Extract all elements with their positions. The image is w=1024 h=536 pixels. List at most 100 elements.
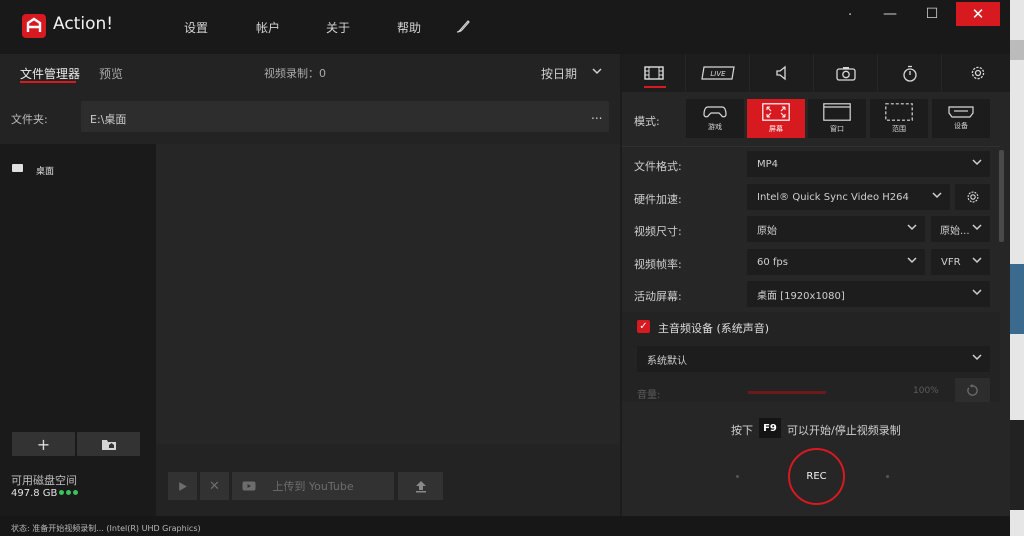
audio-enable-checkbox[interactable]: ✓ — [637, 320, 650, 333]
mode-screen-button[interactable]: 屏幕 — [747, 99, 805, 138]
mode-device-button[interactable]: 设备 — [932, 99, 990, 138]
region-icon — [885, 103, 913, 121]
frame-rate-value: 60 fps — [757, 256, 788, 268]
add-folder-button[interactable]: + — [12, 432, 75, 456]
chevron-down-icon — [972, 257, 982, 264]
tab-preview[interactable]: 预览 — [99, 65, 123, 82]
hw-accel-label: 硬件加速: — [634, 193, 682, 206]
close-icon: ✕ — [209, 478, 220, 494]
window-dot: · — [848, 8, 853, 23]
chevron-down-icon — [932, 192, 942, 199]
folder-home-button[interactable] — [77, 432, 140, 456]
volume-value: 100% — [913, 386, 939, 396]
record-button[interactable]: REC — [788, 448, 845, 505]
chevron-down-icon — [972, 159, 982, 166]
chevron-down-icon — [972, 354, 982, 361]
tab-timer[interactable] — [878, 54, 942, 92]
browse-folder-button[interactable]: ... — [591, 108, 602, 122]
folder-home-icon — [101, 439, 116, 450]
hotkey-hint-suffix: 可以开始/停止视频录制 — [787, 424, 901, 437]
chevron-down-icon[interactable] — [592, 68, 602, 75]
settings-scrollbar[interactable] — [999, 150, 1004, 242]
video-count-value: 0 — [319, 67, 326, 80]
background-window — [1010, 0, 1024, 536]
mode-device-label: 设备 — [954, 122, 968, 130]
folder-path-field[interactable] — [81, 101, 609, 132]
brush-icon[interactable] — [455, 18, 471, 34]
audio-device-select[interactable]: 系统默认 — [637, 346, 990, 372]
video-size-label: 视频尺寸: — [634, 225, 682, 238]
mode-region-label: 范围 — [892, 125, 906, 133]
indicator-dot — [736, 475, 739, 478]
close-button[interactable]: ✕ — [956, 2, 1000, 26]
frame-rate-label: 视频帧率: — [634, 258, 682, 271]
file-list[interactable] — [156, 144, 620, 444]
active-screen-label: 活动屏幕: — [634, 290, 682, 303]
plus-icon: + — [36, 434, 51, 454]
active-screen-value: 桌面 [1920x1080] — [757, 290, 845, 302]
mode-game-button[interactable]: 游戏 — [686, 99, 744, 138]
hdmi-icon — [948, 106, 974, 118]
gamepad-icon — [703, 106, 727, 118]
nav-about[interactable]: 关于 — [326, 19, 350, 36]
disk-status-dot — [66, 490, 71, 495]
video-size-select[interactable]: 原始 — [747, 216, 925, 242]
nav-settings[interactable]: 设置 — [184, 19, 208, 36]
hw-accel-settings-button[interactable] — [955, 184, 990, 210]
tab-file-manager[interactable]: 文件管理器 — [20, 65, 80, 82]
upload-button[interactable] — [398, 472, 443, 500]
maximize-button[interactable]: ☐ — [914, 2, 950, 26]
mode-screen-label: 屏幕 — [769, 125, 783, 133]
minimize-button[interactable]: — — [872, 2, 908, 26]
mode-window-button[interactable]: 窗口 — [808, 99, 866, 138]
file-format-select[interactable]: MP4 — [747, 151, 990, 177]
video-count: 视频录制：0 — [264, 65, 326, 81]
live-icon: LIVE — [700, 66, 735, 80]
upload-icon — [415, 480, 426, 492]
video-size-select-2[interactable]: 原始... — [931, 216, 990, 242]
nav-help[interactable]: 帮助 — [397, 19, 421, 36]
disk-space-label: 可用磁盘空间 — [11, 474, 77, 487]
frame-rate-select[interactable]: 60 fps — [747, 249, 925, 275]
frame-rate-mode-select[interactable]: VFR — [931, 249, 990, 275]
tab-active-underline — [20, 81, 76, 83]
tree-item-desktop[interactable]: 桌面 — [36, 164, 54, 177]
camera-icon — [835, 66, 856, 81]
hw-accel-value: Intel® Quick Sync Video H264 — [757, 191, 909, 203]
hotkey-hint-prefix: 按下 — [731, 424, 753, 437]
stopwatch-icon — [902, 65, 917, 82]
mode-region-button[interactable]: 范围 — [870, 99, 928, 138]
active-screen-select[interactable]: 桌面 [1920x1080] — [747, 281, 990, 307]
video-size-value-2: 原始... — [940, 225, 970, 237]
mode-label: 模式: — [634, 115, 660, 128]
volume-slider[interactable] — [748, 391, 826, 394]
frame-rate-mode-value: VFR — [941, 256, 961, 268]
app-logo-icon — [22, 14, 46, 38]
tab-audio[interactable] — [750, 54, 814, 92]
tab-settings[interactable] — [946, 54, 1010, 92]
volume-label: 音量: — [637, 390, 661, 401]
fullscreen-icon — [762, 103, 790, 121]
nav-account[interactable]: 帐户 — [256, 19, 280, 36]
status-text: 状态: 准备开始视频录制... (Intel(R) UHD Graphics) — [11, 524, 201, 533]
hw-accel-select[interactable]: Intel® Quick Sync Video H264 — [747, 184, 950, 210]
tab-screenshot[interactable] — [814, 54, 878, 92]
play-button[interactable] — [168, 472, 197, 500]
speaker-icon — [775, 65, 786, 81]
gear-icon — [967, 191, 978, 203]
divider — [622, 146, 1000, 147]
tab-live[interactable]: LIVE — [686, 54, 750, 92]
chevron-down-icon — [972, 224, 982, 231]
folder-icon — [12, 164, 23, 172]
disk-status-dot — [73, 490, 78, 495]
delete-button[interactable]: ✕ — [200, 472, 229, 500]
volume-reset-button[interactable] — [955, 378, 990, 402]
mode-window-label: 窗口 — [830, 125, 844, 133]
upload-youtube-button[interactable]: 上传到 YouTube — [232, 472, 394, 500]
tab-active-underline — [644, 86, 666, 88]
audio-device-title: 主音频设备 (系统声音) — [658, 322, 770, 335]
chevron-down-icon — [907, 257, 917, 264]
folder-label: 文件夹: — [11, 113, 48, 126]
disk-space-value: 497.8 GB — [11, 488, 58, 499]
sort-dropdown[interactable]: 按日期 — [541, 65, 577, 82]
